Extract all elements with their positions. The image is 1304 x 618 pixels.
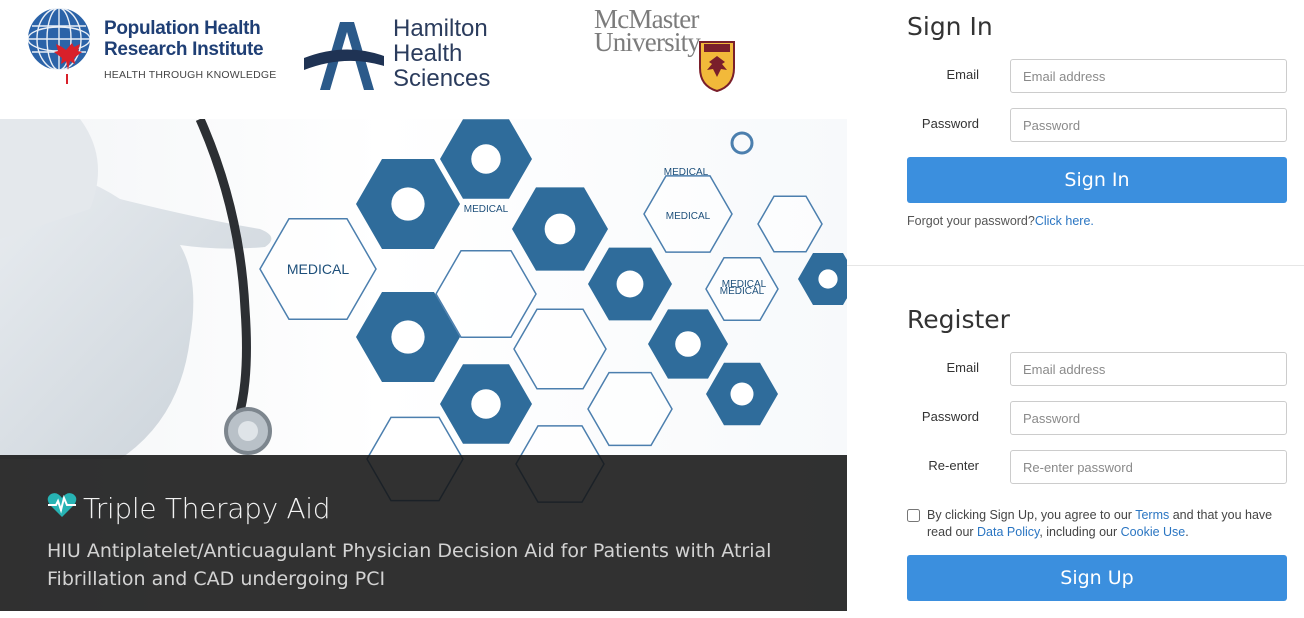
register-password-input[interactable] (1010, 401, 1287, 435)
ring-decoration (730, 131, 754, 155)
hero-image: MEDICAL MEDICAL MEDICAL MEDICAL MEDICAL MEDIC… (0, 119, 847, 611)
signin-password-label: Password (921, 116, 979, 131)
terms-text-part: , including our (1039, 525, 1121, 539)
mcmaster-logo: McMaster University (594, 6, 744, 96)
testtube-hex (587, 371, 673, 447)
signin-button[interactable]: Sign In (907, 157, 1287, 203)
phri-tagline: HEALTH THROUGH KNOWLEDGE (104, 69, 277, 81)
app-subtitle: HIU Antiplatelet/Anticuagulant Physician… (47, 540, 772, 590)
hex-symbol (818, 269, 838, 289)
hex-grid: MEDICALMEDICALMEDICALMEDICALMEDICALMEDIC… (259, 119, 847, 503)
hex-symbol (391, 187, 425, 221)
signin-title: Sign In (907, 12, 993, 41)
register-reenter-label: Re-enter (928, 458, 979, 473)
hex-label: MEDICAL (464, 204, 509, 215)
app-title-text: Triple Therapy Aid (83, 492, 331, 525)
hex-symbol (616, 270, 644, 298)
crest-icon (699, 41, 735, 92)
forgot-password: Forgot your password?Click here. (907, 214, 1094, 228)
register-title: Register (907, 305, 1010, 334)
phri-logo: Population Health Research Institute HEA… (26, 6, 286, 86)
hhs-logo: Hamilton Health Sciences (302, 16, 522, 96)
hex-symbol (471, 389, 501, 419)
forgot-text: Forgot your password? (907, 214, 1035, 228)
left-panel: Population Health Research Institute HEA… (0, 0, 847, 618)
register-password-label: Password (921, 409, 979, 424)
hex-label: MEDICAL (666, 211, 711, 222)
cookie-use-link[interactable]: Cookie Use (1121, 525, 1186, 539)
auth-panel: Sign In Email Password Sign In Forgot yo… (847, 0, 1304, 618)
register-reenter-input[interactable] (1010, 450, 1287, 484)
cross-hex (757, 195, 823, 253)
heartbeat-icon (47, 493, 77, 517)
logo-bar: Population Health Research Institute HEA… (0, 0, 847, 119)
mcmaster-name: McMaster University (594, 4, 701, 57)
signin-email-label: Email (946, 67, 979, 82)
hex-symbol (675, 331, 701, 357)
section-divider (847, 265, 1304, 266)
hex-symbol (471, 144, 501, 174)
hex-symbol (391, 320, 425, 354)
wheelchair-hex (513, 308, 607, 390)
hero-caption: Triple Therapy Aid HIU Antiplatelet/Anti… (0, 455, 847, 611)
terms-text: By clicking Sign Up, you agree to our Te… (927, 507, 1287, 541)
bridge-icon (304, 22, 384, 90)
hex-symbol (544, 213, 576, 245)
hhs-name: Hamilton Health Sciences (393, 15, 491, 92)
terms-checkbox[interactable] (907, 509, 920, 522)
signin-email-input[interactable] (1010, 59, 1287, 93)
signup-button[interactable]: Sign Up (907, 555, 1287, 601)
globe-icon (27, 7, 91, 84)
phri-name: Population Health Research Institute (104, 18, 264, 60)
terms-text-part: . (1185, 525, 1189, 539)
data-policy-link[interactable]: Data Policy (977, 525, 1039, 539)
hex-symbol (730, 382, 754, 406)
terms-link[interactable]: Terms (1135, 508, 1169, 522)
register-email-label: Email (946, 360, 979, 375)
register-email-input[interactable] (1010, 352, 1287, 386)
hex-label: MEDICAL (722, 279, 767, 290)
forgot-password-link[interactable]: Click here. (1035, 214, 1094, 228)
hex-label: MEDICAL (664, 167, 709, 178)
hex-label: MEDICAL (287, 261, 349, 277)
terms-text-part: By clicking Sign Up, you agree to our (927, 508, 1136, 522)
signin-password-input[interactable] (1010, 108, 1287, 142)
